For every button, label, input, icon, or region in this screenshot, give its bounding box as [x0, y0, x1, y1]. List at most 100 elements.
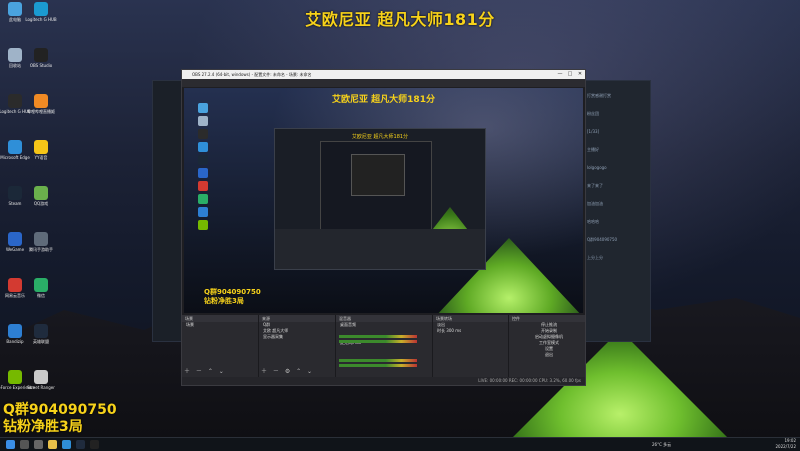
preview-qq-line1: Q群904090750 [204, 288, 261, 296]
app-icon [34, 48, 48, 62]
desktop-icon[interactable]: OBS Studio [28, 48, 54, 68]
desktop-icon[interactable]: QQ游戏 [28, 186, 54, 206]
desktop-icon-label: Microsoft Edge [0, 155, 30, 160]
desktop-icon[interactable]: WeGame [2, 232, 28, 252]
desktop-icon[interactable]: 回收站 [2, 48, 28, 68]
chat-line: lolgogogo [587, 165, 607, 170]
sources-dock-header: 来源 [259, 315, 335, 322]
app-icon [8, 94, 22, 108]
chat-line: 上分上分 [587, 255, 603, 260]
sources-toolbar[interactable]: ＋ － ⚙ ⌃ ⌄ [261, 366, 314, 375]
system-clock[interactable]: 19:02 2022/7/22 [775, 438, 796, 451]
start-menu-icon[interactable] [6, 440, 15, 449]
chat-line: 加油加油 [587, 201, 603, 206]
app-icon [8, 48, 22, 62]
preview-desktop-icons [198, 103, 212, 293]
app-icon [34, 140, 48, 154]
audio-mixer-dock: 混音器 桌面音频 麦克风/Aux [336, 315, 433, 377]
app-icon [34, 278, 48, 292]
desktop-icon-label: YY语音 [34, 155, 48, 160]
desktop-icon[interactable]: 微信 [28, 278, 54, 298]
close-icon[interactable]: ✕ [575, 70, 585, 79]
desktop-icon[interactable]: 网易云音乐 [2, 278, 28, 298]
qq-group-line: Q群904090750 [3, 402, 117, 418]
scenes-toolbar[interactable]: ＋ － ⌃ ⌄ [184, 366, 226, 375]
desktop-icon-label: Street Ranger [27, 385, 55, 390]
transition-duration-input[interactable]: 300 ms [446, 328, 461, 333]
source-item[interactable]: 显示器采集 [259, 334, 335, 340]
taskbar: 26°C 多云 19:02 2022/7/22 [0, 437, 800, 451]
desktop-icon-label: Logitech G HUB [25, 17, 57, 22]
desktop-icon-label: 哔哩哔哩直播姬 [27, 109, 55, 114]
app-icon [34, 324, 48, 338]
transitions-dock-header: 场景转场 [433, 315, 508, 322]
search-icon[interactable] [20, 440, 29, 449]
exit-button[interactable]: 退出 [509, 352, 585, 358]
desktop-icon-label: 此电脑 [9, 17, 21, 22]
desktop-icon[interactable]: Logitech G HUB [0, 94, 31, 114]
app-icon [34, 2, 48, 16]
app-icon [8, 2, 22, 16]
maximize-icon[interactable]: □ [565, 70, 575, 79]
desktop-icon-label: WeGame [5, 247, 25, 252]
desktop-icon-label: QQ游戏 [33, 201, 49, 206]
scenes-dock-header: 场景 [182, 315, 258, 322]
league-client-icon[interactable] [76, 440, 85, 449]
app-icon [8, 278, 22, 292]
controls-dock: 控件 停止推流 开始录制 启动虚拟摄像机 工作室模式 设置 退出 [509, 315, 585, 377]
desktop-icon-label: 英雄联盟 [33, 339, 49, 344]
controls-dock-header: 控件 [509, 315, 585, 322]
desktop-icon[interactable]: Street Ranger [27, 370, 55, 390]
edge-icon[interactable] [62, 440, 71, 449]
task-view-icon[interactable] [34, 440, 43, 449]
desktop-icon-label: 回收站 [9, 63, 21, 68]
obs-docks: 场景 场景 ＋ － ⌃ ⌄ 来源 Q群 艾欧 超凡大师 显示器采集 ＋ － ⚙ … [182, 315, 585, 377]
chat-line: [1/33] [587, 129, 600, 134]
desktop-icon[interactable]: Logitech G HUB [25, 2, 57, 22]
weather-widget[interactable]: 26°C 多云 [652, 438, 671, 451]
desktop-icon[interactable]: GeForce Experience [0, 370, 35, 390]
desktop-icon[interactable]: Bandizip [2, 324, 28, 344]
nested-stream-title: 艾欧尼亚 超凡大师181分 [351, 134, 409, 140]
desktop-icon[interactable]: YY语音 [28, 140, 54, 160]
desktop-icon-label: 网易云音乐 [5, 293, 25, 298]
desktop-icon[interactable]: Microsoft Edge [0, 140, 30, 160]
mixer-channel-label: 桌面音频 [340, 322, 356, 327]
desktop-icon[interactable]: 腾讯手游助手 [28, 232, 54, 252]
win-streak-line: 钻粉净胜3局 [3, 419, 83, 435]
volume-slider[interactable] [339, 340, 417, 343]
nested-dock [275, 229, 485, 269]
stream-title-overlay: 艾欧尼亚 超凡大师181分 [305, 10, 495, 29]
volume-slider[interactable] [339, 364, 417, 367]
chat-panel [583, 81, 650, 341]
app-icon [34, 186, 48, 200]
desktop-icon-label: Steam [8, 201, 22, 206]
obs-window[interactable]: OBS 27.2.4 (64-bit, windows) - 配置文件: 未命名… [181, 69, 586, 386]
app-icon [8, 186, 22, 200]
preview-qq-line2: 钻粉净胜3局 [204, 297, 244, 305]
app-icon [8, 324, 22, 338]
file-explorer-icon[interactable] [48, 440, 57, 449]
chat-line: 来了来了 [587, 183, 603, 188]
desktop-icon[interactable]: 英雄联盟 [28, 324, 54, 344]
app-icon [8, 140, 22, 154]
app-icon [34, 94, 48, 108]
obs-menubar: 文件(F) 编辑(E) 视图(V) 停靠部件(D) 配置文件(P) 场景集合(S… [182, 79, 585, 95]
obs-taskbar-icon[interactable] [90, 440, 99, 449]
desktop-icon[interactable]: 此电脑 [2, 2, 28, 22]
obs-preview[interactable]: 艾欧尼亚 超凡大师181分 艾欧尼亚 超凡大师181分 Q群904090750 … [184, 88, 583, 313]
desktop-icon[interactable]: Steam [2, 186, 28, 206]
desktop-icon-label: OBS Studio [29, 63, 53, 68]
sources-dock: 来源 Q群 艾欧 超凡大师 显示器采集 ＋ － ⚙ ⌃ ⌄ [259, 315, 336, 377]
transition-duration-label: 时长 300 ms [437, 328, 462, 333]
app-icon [8, 232, 22, 246]
minimize-icon[interactable]: — [555, 70, 565, 79]
scene-item[interactable]: 场景 [182, 322, 258, 328]
mixer-dock-header: 混音器 [336, 315, 432, 322]
transitions-dock: 场景转场 淡出 时长 300 ms [433, 315, 509, 377]
volume-meter [339, 335, 417, 338]
obs-titlebar[interactable]: OBS 27.2.4 (64-bit, windows) - 配置文件: 未命名… [182, 70, 585, 79]
desktop-icon[interactable]: 哔哩哔哩直播姬 [27, 94, 55, 114]
desktop-icon-label: 微信 [37, 293, 45, 298]
app-icon [34, 370, 48, 384]
